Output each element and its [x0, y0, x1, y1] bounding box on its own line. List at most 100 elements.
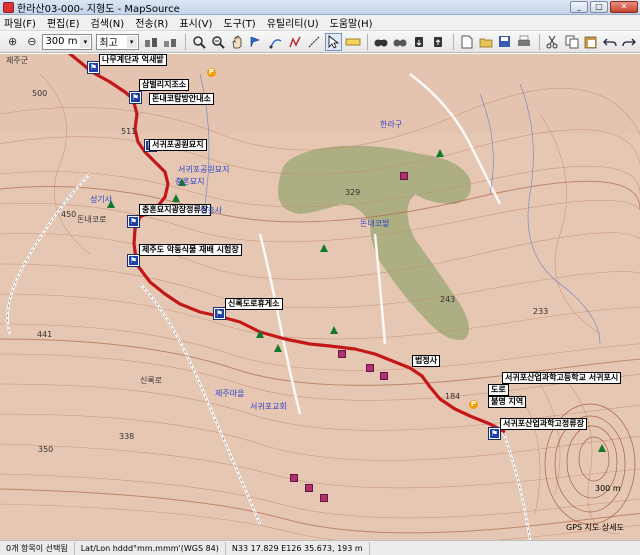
elevation-label: 441: [37, 330, 53, 339]
road-label: 신록로: [140, 376, 163, 385]
status-bar: 0개 항목이 선택됨 Lat/Lon hddd°mm.mmm'(WGS 84) …: [0, 540, 640, 555]
elevation-label: 511: [121, 127, 137, 136]
menu-find[interactable]: 검색(N): [91, 15, 125, 30]
zoom-tool-icon[interactable]: [190, 33, 207, 51]
elevation-label: 184: [445, 392, 461, 401]
find-nearest-icon[interactable]: [391, 33, 408, 51]
lodging-icon: [380, 372, 388, 380]
product-list-icon[interactable]: [162, 33, 179, 51]
lodging-icon: [400, 172, 408, 180]
waypoint-label[interactable]: 법정사: [412, 355, 441, 367]
toolbar-separator: [185, 33, 187, 50]
hand-tool-icon[interactable]: [228, 33, 245, 51]
lodging-icon: [290, 474, 298, 482]
place-label: 서귀포공원묘지: [178, 165, 230, 174]
cut-icon[interactable]: [544, 33, 561, 51]
menu-view[interactable]: 표시(V): [179, 15, 212, 30]
menu-edit[interactable]: 편집(E): [47, 15, 80, 30]
zoom-in-icon[interactable]: ⊕: [4, 33, 21, 51]
waypoint-label[interactable]: 삼벌리지조소: [139, 79, 190, 91]
print-icon[interactable]: [516, 33, 533, 51]
open-file-icon[interactable]: [477, 33, 494, 51]
waypoint-label[interactable]: 서귀포공원묘지: [149, 139, 207, 151]
tree-icon: [436, 149, 444, 157]
coordinate-format: Lat/Lon hddd°mm.mmm'(WGS 84): [75, 541, 226, 555]
waypoint-tool-icon[interactable]: [248, 33, 265, 51]
hiker-icon[interactable]: ⚑: [127, 215, 140, 228]
toolbar-separator: [452, 33, 454, 50]
save-icon[interactable]: [496, 33, 513, 51]
hiker-icon[interactable]: ⚑: [127, 254, 140, 267]
toolbar-separator: [538, 33, 540, 50]
place-label: 돈내코밭: [360, 219, 390, 228]
ruler-icon[interactable]: [344, 33, 361, 51]
waypoint-label[interactable]: 돈내코탐방안내소: [149, 93, 214, 105]
elevation-label: 350: [38, 445, 54, 454]
tree-icon: [320, 244, 328, 252]
elevation-label: 233: [533, 307, 549, 316]
waypoint-label[interactable]: 나무계단과 억새밭: [99, 54, 167, 66]
elevation-label: 243: [440, 295, 456, 304]
waypoint-label[interactable]: 제주도 악동식물 재배 시험장: [139, 244, 242, 256]
scale-bar-label: 300 m: [595, 484, 621, 493]
new-file-icon[interactable]: [458, 33, 475, 51]
waypoint-label[interactable]: 신록도로휴게소: [225, 298, 283, 310]
gps-detail-label: GPS 지도 상세도: [566, 523, 624, 532]
lodging-icon: [305, 484, 313, 492]
waypoint-label[interactable]: 서귀포산업과학고정류장: [500, 418, 587, 430]
road-label: 돈내코로: [77, 215, 107, 224]
map-detail-value: 최고: [99, 38, 118, 49]
zoom-scale-select[interactable]: 300 m ▾: [42, 33, 93, 50]
hiker-icon[interactable]: ⚑: [213, 307, 226, 320]
map-detail-select[interactable]: 최고 ▾: [96, 33, 139, 50]
send-to-device-icon[interactable]: [430, 33, 447, 51]
tree-icon: [256, 330, 264, 338]
place-label: 현충사: [200, 206, 223, 215]
elevation-label: 500: [32, 89, 48, 98]
zoom-out-icon[interactable]: ⊖: [23, 33, 40, 51]
tree-icon: [274, 344, 282, 352]
paste-icon[interactable]: [582, 33, 599, 51]
place-label: 성기사: [90, 195, 113, 204]
menu-file[interactable]: 파일(F): [4, 15, 36, 30]
hiker-icon[interactable]: ⚑: [129, 91, 142, 104]
elevation-label: 450: [61, 210, 77, 219]
toolbar-separator: [367, 33, 369, 50]
receive-from-device-icon[interactable]: [411, 33, 428, 51]
tree-icon: [172, 194, 180, 202]
waypoint-label[interactable]: 불명 지역: [488, 396, 527, 408]
product-icon[interactable]: [143, 33, 160, 51]
lodging-icon: [366, 364, 374, 372]
menu-help[interactable]: 도움말(H): [330, 15, 373, 30]
selection-tool-icon[interactable]: [324, 32, 342, 51]
chevron-down-icon: ▾: [80, 35, 91, 48]
map-view[interactable]: ⚑ 나무계단과 억새밭 ⚑ 삼벌리지조소 돈내코탐방안내소 ⚑ 서귀포공원묘지 …: [0, 54, 640, 540]
tree-icon: [598, 444, 606, 452]
redo-icon[interactable]: [621, 33, 638, 51]
route-tool-icon[interactable]: [267, 33, 284, 51]
menu-transfer[interactable]: 전송(R): [135, 15, 168, 30]
place-label: 제주마을: [215, 389, 245, 398]
topographic-map-canvas: [0, 54, 640, 540]
elevation-label: 329: [345, 188, 361, 197]
find-places-icon[interactable]: [372, 33, 389, 51]
parking-icon: P: [207, 68, 216, 77]
maximize-button[interactable]: □: [590, 1, 608, 13]
menu-utilities[interactable]: 유틸리티(U): [267, 15, 319, 30]
menu-tools[interactable]: 도구(T): [223, 15, 255, 30]
zoom-scale-value: 300 m: [45, 36, 78, 47]
zoom-out-tool-icon[interactable]: [209, 33, 226, 51]
waypoint-label[interactable]: 도로: [488, 384, 509, 396]
title-bar: 한라산03-000- 지형도 - MapSource _ □ ✕: [0, 0, 640, 15]
hiker-icon[interactable]: ⚑: [87, 61, 100, 74]
track-tool-icon[interactable]: [286, 33, 303, 51]
mapsource-app-icon: [3, 1, 14, 13]
measure-tool-icon[interactable]: [305, 33, 322, 51]
undo-icon[interactable]: [601, 33, 618, 51]
copy-icon[interactable]: [563, 33, 580, 51]
place-label: 서귀포교회: [250, 402, 287, 411]
minimize-button[interactable]: _: [570, 1, 588, 13]
close-button[interactable]: ✕: [610, 1, 638, 13]
hiker-icon[interactable]: ⚑: [488, 427, 501, 440]
waypoint-label[interactable]: 서귀포산업과학고등학교 서귀포시: [502, 372, 622, 384]
